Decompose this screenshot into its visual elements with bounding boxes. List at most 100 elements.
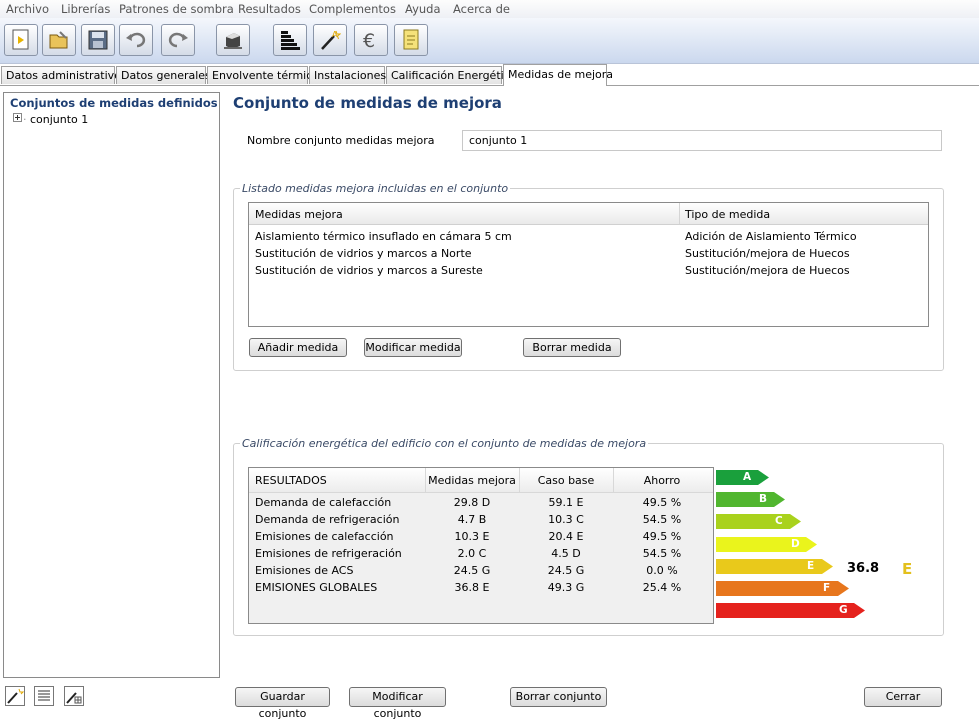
tree-item-label: conjunto 1	[30, 113, 89, 126]
expand-icon[interactable]	[13, 113, 22, 122]
menu-resultados[interactable]: Resultados	[238, 2, 301, 16]
wand-grid-icon	[64, 686, 84, 706]
menu-archivo[interactable]: Archivo	[6, 2, 49, 16]
close-button[interactable]: Cerrar	[864, 687, 942, 707]
results-group-title: Calificación energética del edificio con…	[242, 437, 647, 450]
results-table: RESULTADOS Medidas mejora Caso base Ahor…	[248, 467, 714, 624]
menu-complementos[interactable]: Complementos	[309, 2, 396, 16]
measures-list[interactable]: Medidas mejora Tipo de medida Aislamient…	[248, 202, 929, 327]
value-ahorro: 49.5 %	[642, 530, 682, 543]
column-header-medidas[interactable]: Medidas mejora	[255, 208, 343, 221]
tab-datos-generales[interactable]: Datos generales	[116, 66, 211, 84]
row-label: Emisiones de calefacción	[255, 530, 394, 543]
table-row: Emisiones de refrigeración 2.0 C 4.5 D 5…	[249, 545, 713, 562]
save-button[interactable]	[81, 24, 115, 56]
euro-icon: €	[363, 30, 375, 51]
rating-value: 36.8	[847, 561, 880, 576]
tab-instalaciones[interactable]: Instalaciones	[309, 66, 386, 84]
tree-item-conjunto-1[interactable]: · conjunto 1	[13, 113, 88, 126]
column-header-caso-base: Caso base	[537, 474, 595, 487]
table-row: EMISIONES GLOBALES 36.8 E 49.3 G 25.4 %	[249, 579, 713, 596]
value-base: 20.4 E	[548, 530, 584, 543]
list-icon	[34, 686, 54, 706]
column-header-ahorro: Ahorro	[643, 474, 681, 487]
wand-add-icon	[5, 686, 25, 706]
delete-set-button[interactable]: Borrar conjunto	[510, 687, 607, 707]
value-mejora: 36.8 E	[454, 581, 490, 594]
list-item[interactable]: Sustitución de vidrios y marcos a Norte …	[249, 245, 928, 262]
tab-medidas-de-mejora[interactable]: Medidas de mejora	[503, 64, 613, 86]
rating-bar-label: G	[839, 604, 848, 616]
row-label: EMISIONES GLOBALES	[255, 581, 378, 594]
tab-datos-administrativos[interactable]: Datos administrativos	[1, 66, 127, 84]
redo-icon	[168, 32, 188, 48]
set-settings-button[interactable]	[64, 686, 84, 706]
measures-list-header: Medidas mejora Tipo de medida	[249, 203, 928, 225]
improvement-wand-button[interactable]: A	[313, 24, 347, 56]
economic-analysis-button[interactable]: €	[354, 24, 388, 56]
modify-measure-button[interactable]: Modificar medida	[364, 338, 462, 357]
rating-bar-label: F	[823, 582, 831, 594]
open-project-button[interactable]	[42, 24, 76, 56]
redo-button[interactable]	[161, 24, 195, 56]
svg-text:€: €	[363, 30, 375, 51]
results-table-header: RESULTADOS Medidas mejora Caso base Ahor…	[249, 468, 713, 493]
value-mejora: 2.0 C	[457, 547, 487, 560]
row-label: Emisiones de ACS	[255, 564, 354, 577]
table-row: Demanda de refrigeración 4.7 B 10.3 C 54…	[249, 511, 713, 528]
delete-measure-button[interactable]: Borrar medida	[523, 338, 621, 357]
value-mejora: 4.7 B	[457, 513, 487, 526]
new-file-icon	[12, 29, 29, 50]
value-base: 24.5 G	[547, 564, 585, 577]
value-base: 49.3 G	[547, 581, 585, 594]
tab-envolvente-termica[interactable]: Envolvente térmica	[207, 66, 319, 84]
add-measure-button[interactable]: Añadir medida	[249, 338, 347, 357]
value-mejora: 10.3 E	[454, 530, 490, 543]
rating-bar-label: A	[743, 471, 752, 483]
value-mejora: 24.5 G	[453, 564, 491, 577]
measure-type: Sustitución/mejora de Huecos	[685, 264, 850, 277]
save-set-button[interactable]: Guardar conjunto	[235, 687, 330, 720]
menu-acerca-de[interactable]: Acerca de	[453, 2, 510, 16]
list-item[interactable]: Sustitución de vidrios y marcos a Surest…	[249, 262, 928, 279]
value-base: 59.1 E	[548, 496, 584, 509]
menu-patrones-de-sombra[interactable]: Patrones de sombra	[119, 2, 234, 16]
magic-wand-icon: A	[321, 30, 341, 50]
menu-bar: Archivo Librerías Patrones de sombra Res…	[0, 0, 979, 18]
document-icon	[403, 29, 419, 50]
row-label: Emisiones de refrigeración	[255, 547, 402, 560]
list-view-button[interactable]	[34, 686, 54, 706]
open-folder-icon	[49, 31, 68, 49]
energy-label-icon	[281, 31, 300, 50]
new-project-button[interactable]	[4, 24, 38, 56]
save-icon	[88, 30, 108, 50]
column-header-medidas-mejora: Medidas mejora	[428, 474, 516, 487]
report-button[interactable]	[394, 24, 428, 56]
menu-ayuda[interactable]: Ayuda	[405, 2, 441, 16]
value-mejora: 29.8 D	[453, 496, 491, 509]
set-name-input[interactable]: conjunto 1	[462, 130, 942, 151]
column-header-resultados: RESULTADOS	[255, 474, 327, 487]
row-label: Demanda de calefacción	[255, 496, 392, 509]
measures-list-group-title: Listado medidas mejora incluidas en el c…	[242, 182, 509, 195]
building-3d-button[interactable]	[216, 24, 250, 56]
column-header-tipo[interactable]: Tipo de medida	[685, 208, 770, 221]
add-set-button[interactable]	[5, 686, 25, 706]
value-ahorro: 54.5 %	[642, 513, 682, 526]
value-ahorro: 54.5 %	[642, 547, 682, 560]
table-row: Emisiones de calefacción 10.3 E 20.4 E 4…	[249, 528, 713, 545]
list-item[interactable]: Aislamiento térmico insuflado en cámara …	[249, 228, 928, 245]
row-label: Demanda de refrigeración	[255, 513, 400, 526]
rating-bar-label: B	[759, 493, 768, 505]
menu-librerias[interactable]: Librerías	[61, 2, 110, 16]
value-ahorro: 25.4 %	[642, 581, 682, 594]
table-row: Demanda de calefacción 29.8 D 59.1 E 49.…	[249, 494, 713, 511]
toolbar: A €	[0, 18, 979, 64]
energy-rating-button[interactable]	[273, 24, 307, 56]
tab-bar: Datos administrativos Datos generales En…	[0, 64, 979, 86]
modify-set-button[interactable]: Modificar conjunto	[349, 687, 446, 720]
undo-button[interactable]	[119, 24, 153, 56]
tab-calificacion-energetica[interactable]: Calificación Energética	[386, 66, 516, 84]
value-base: 4.5 D	[551, 547, 581, 560]
building-icon	[224, 33, 242, 49]
